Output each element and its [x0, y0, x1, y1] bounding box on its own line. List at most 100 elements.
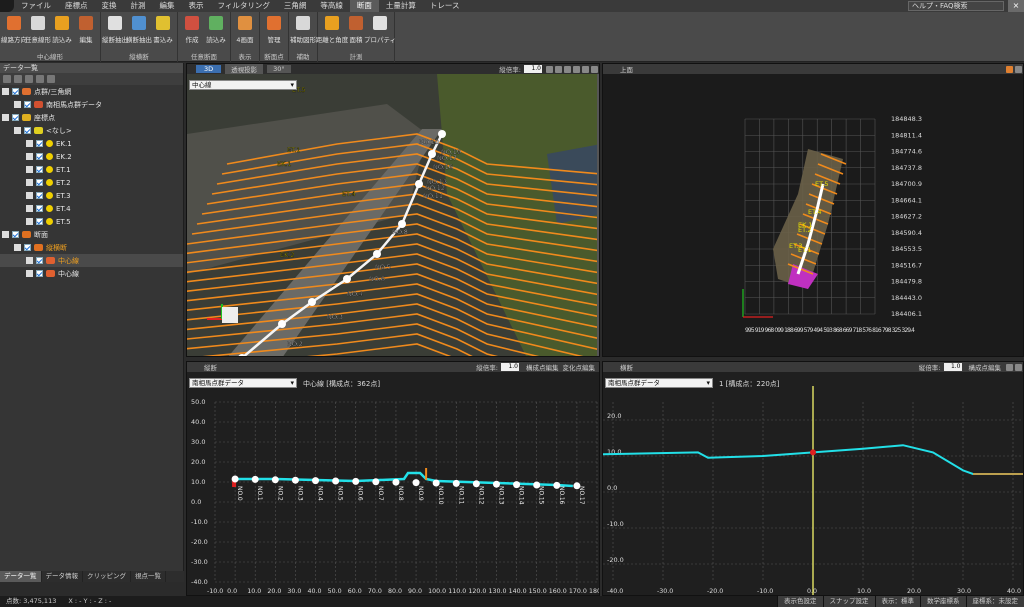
menu-item[interactable]: 土量計算 [379, 0, 423, 12]
tree-item[interactable]: EK.1 [0, 137, 183, 150]
expand-icon[interactable] [26, 270, 33, 277]
visibility-checkbox[interactable] [24, 244, 31, 251]
expand-icon[interactable] [26, 257, 33, 264]
panel-tab[interactable]: クリッピング [83, 571, 131, 582]
ribbon-button[interactable]: 書込み [152, 14, 174, 52]
visibility-checkbox[interactable] [36, 166, 43, 173]
tree-item[interactable]: ET.4 [0, 202, 183, 215]
tree-item[interactable]: 中心線 [0, 267, 183, 280]
tree-item[interactable]: EK.2 [0, 150, 183, 163]
window-close-button[interactable]: × [1008, 0, 1024, 12]
copy-icon[interactable] [36, 75, 44, 83]
expand-icon[interactable] [14, 127, 21, 134]
scale-input[interactable]: 1.0 [524, 65, 542, 73]
tree-item[interactable]: 中心線 [0, 254, 183, 267]
view-icon[interactable] [1015, 65, 1022, 73]
expand-icon[interactable] [26, 218, 33, 225]
view-icon[interactable] [1015, 363, 1022, 371]
tree-item[interactable]: 点群/三角網 [0, 85, 183, 98]
ribbon-button[interactable]: 読込み [51, 14, 73, 52]
panel-tab[interactable]: データ情報 [42, 571, 83, 582]
ribbon-button[interactable]: 読込み [205, 14, 227, 52]
tree-item[interactable]: <なし> [0, 124, 183, 137]
ribbon-button[interactable]: 線路方向 [1, 14, 27, 52]
ribbon-button[interactable]: プロパティ [364, 14, 396, 52]
view-icon[interactable] [582, 65, 589, 73]
centerline-dropdown[interactable]: 中心線 [189, 80, 297, 90]
delete-icon[interactable] [14, 75, 22, 83]
menu-item[interactable]: 断面 [349, 0, 379, 12]
visibility-checkbox[interactable] [36, 153, 43, 160]
ribbon-button[interactable]: 横断抽出 [126, 14, 152, 52]
projection-button[interactable]: 透視投影 [225, 64, 264, 74]
expand-icon[interactable] [2, 88, 9, 95]
status-item[interactable]: 数学座標系 [920, 596, 966, 607]
visibility-checkbox[interactable] [36, 218, 43, 225]
ribbon-button[interactable]: 縦断抽出 [102, 14, 128, 52]
edit-change-points-button[interactable]: 変化点編集 [563, 362, 596, 372]
home-icon[interactable] [546, 65, 553, 73]
visibility-checkbox[interactable] [24, 127, 31, 134]
menu-item[interactable]: 三角網 [277, 0, 314, 12]
visibility-checkbox[interactable] [36, 257, 43, 264]
expand-icon[interactable] [26, 192, 33, 199]
tree-item[interactable]: ET.5 [0, 215, 183, 228]
menu-item[interactable]: ファイル [14, 0, 58, 12]
menu-item[interactable]: 計測 [124, 0, 153, 12]
edit-points-button[interactable]: 構成点編集 [969, 362, 1002, 372]
view-cross[interactable]: 横断 縦倍率: 1.0 構成点編集 20.0 10.0 0.0 -10.0 -20.0 -4… [602, 361, 1024, 596]
paste-icon[interactable] [47, 75, 55, 83]
app-menu-button[interactable] [0, 0, 14, 12]
longitudinal-canvas[interactable]: 50.0 40.0 30.0 20.0 10.0 0.0 -10.0 -20.0 -30.0 -4… [187, 372, 600, 596]
menu-item[interactable]: 座標点 [58, 0, 95, 12]
expand-icon[interactable] [2, 114, 9, 121]
ribbon-button[interactable]: 面積 [345, 14, 367, 52]
tree-item[interactable]: 座標点 [0, 111, 183, 124]
expand-icon[interactable] [26, 140, 33, 147]
menu-item[interactable]: 表示 [182, 0, 211, 12]
edit-points-button[interactable]: 構成点編集 [526, 362, 559, 372]
tab-3d[interactable]: 3D [196, 65, 222, 73]
status-item[interactable]: 表示色設定 [777, 596, 823, 607]
expand-icon[interactable] [26, 205, 33, 212]
expand-icon[interactable] [14, 244, 21, 251]
status-item[interactable]: 表示：標準 [874, 596, 920, 607]
status-item[interactable]: 座標系：未設定 [965, 596, 1024, 607]
menu-item[interactable]: フィルタリング [211, 0, 277, 12]
add-icon[interactable] [3, 75, 11, 83]
visibility-checkbox[interactable] [36, 179, 43, 186]
menu-item[interactable]: トレース [423, 0, 467, 12]
menu-item[interactable]: 変換 [95, 0, 124, 12]
expand-icon[interactable] [14, 101, 21, 108]
tree-item[interactable]: 縦横断 [0, 241, 183, 254]
scale-input[interactable]: 1.0 [501, 363, 519, 371]
help-search-input[interactable]: ヘルプ・FAQ検索 [908, 1, 1004, 11]
ribbon-button[interactable]: 4画面 [234, 14, 256, 52]
tree-item[interactable]: ET.2 [0, 176, 183, 189]
data-dropdown[interactable]: 南相馬点群データ [189, 378, 297, 388]
view-icon[interactable] [591, 65, 598, 73]
tree-item[interactable]: ET.3 [0, 189, 183, 202]
view-3d[interactable]: 3D 透視投影 30° 縦倍率: 1.0 ET.5 EK.1 ET.1 ET.4 EK.… [186, 63, 600, 357]
expand-icon[interactable] [2, 231, 9, 238]
expand-icon[interactable] [26, 179, 33, 186]
expand-icon[interactable] [26, 153, 33, 160]
view-icon[interactable] [564, 65, 571, 73]
ribbon-button[interactable]: 作成 [181, 14, 203, 52]
view-longitudinal[interactable]: 縦断 縦倍率: 1.0 構成点編集 変化点編集 50.0 40.0 30.0 20.0 1… [186, 361, 600, 596]
visibility-checkbox[interactable] [12, 114, 19, 121]
scale-input[interactable]: 1.0 [943, 363, 962, 371]
visibility-checkbox[interactable] [36, 192, 43, 199]
edit-icon[interactable] [25, 75, 33, 83]
visibility-checkbox[interactable] [24, 101, 31, 108]
visibility-checkbox[interactable] [12, 231, 19, 238]
view-icon[interactable] [1006, 363, 1013, 371]
ribbon-button[interactable]: 距離と角度 [316, 14, 348, 52]
data-dropdown[interactable]: 南相馬点群データ [605, 378, 713, 388]
visibility-checkbox[interactable] [36, 205, 43, 212]
fov-button[interactable]: 30° [267, 65, 291, 73]
3d-canvas[interactable]: ET.5EK.1ET.1ET.4EK.2NO.10NO.8NO.5NO.4NO.… [187, 74, 600, 357]
tree-item[interactable]: ET.1 [0, 163, 183, 176]
visibility-checkbox[interactable] [36, 270, 43, 277]
home-icon[interactable] [1006, 65, 1013, 73]
